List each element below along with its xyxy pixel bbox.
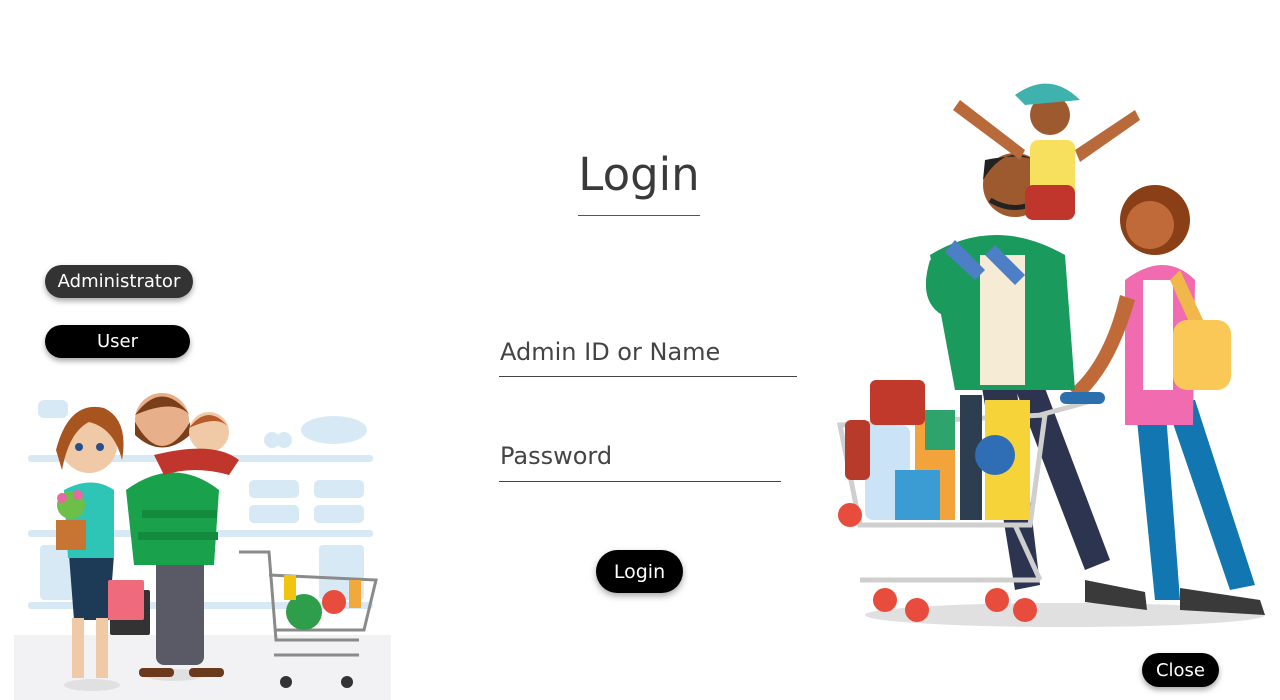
title-underline — [578, 215, 700, 216]
user-button[interactable]: User — [45, 325, 190, 358]
admin-id-input[interactable] — [499, 336, 797, 377]
close-button[interactable]: Close — [1142, 653, 1219, 687]
login-page: Administrator User Login Login Close — [0, 0, 1280, 700]
administrator-button[interactable]: Administrator — [45, 265, 193, 298]
family-cart-illustration — [836, 83, 1265, 627]
login-button[interactable]: Login — [596, 550, 683, 593]
family-shopping-illustration — [14, 393, 391, 700]
password-input[interactable] — [499, 439, 781, 482]
page-title: Login — [578, 148, 700, 201]
